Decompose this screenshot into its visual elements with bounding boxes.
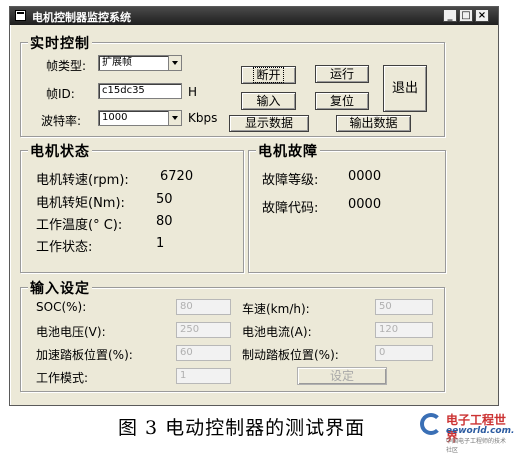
motor-fault-title: 电机故障 bbox=[256, 141, 320, 161]
logo-mark-icon bbox=[420, 413, 442, 435]
baud-rate-value: 1000 bbox=[102, 112, 128, 123]
close-button[interactable]: × bbox=[475, 9, 489, 22]
window-title: 电机控制器监控系统 bbox=[32, 11, 131, 24]
battery-current-input[interactable]: 120 bbox=[375, 322, 433, 338]
fault-level-label: 故障等级: bbox=[262, 173, 319, 188]
soc-input[interactable]: 80 bbox=[176, 299, 231, 315]
motor-status-title: 电机状态 bbox=[28, 141, 92, 161]
frame-id-label: 帧ID: bbox=[46, 87, 75, 101]
minimize-button[interactable]: _ bbox=[443, 9, 457, 22]
logo-url: eeworld.com.cn bbox=[446, 426, 514, 436]
work-state-value: 1 bbox=[156, 236, 165, 251]
soc-label: SOC(%): bbox=[36, 300, 87, 314]
battery-voltage-input[interactable]: 250 bbox=[176, 322, 231, 338]
accel-pedal-input[interactable]: 60 bbox=[176, 345, 231, 361]
chevron-down-icon[interactable] bbox=[168, 111, 181, 125]
baud-rate-select[interactable]: 1000 bbox=[98, 110, 182, 126]
battery-voltage-label: 电池电压(V): bbox=[36, 325, 106, 339]
fault-code-label: 故障代码: bbox=[262, 201, 319, 216]
baud-rate-label: 波特率: bbox=[41, 114, 82, 128]
app-window: 电机控制器监控系统 _ □ × 实时控制 帧类型: 扩展帧 帧ID: c15dc… bbox=[9, 6, 499, 406]
motor-torque-label: 电机转矩(Nm): bbox=[36, 196, 125, 211]
frame-id-suffix: H bbox=[188, 85, 198, 99]
vehicle-speed-input[interactable]: 50 bbox=[375, 299, 433, 315]
work-mode-input[interactable]: 1 bbox=[176, 368, 231, 384]
battery-current-label: 电池电流(A): bbox=[242, 325, 312, 339]
motor-speed-label: 电机转速(rpm): bbox=[36, 173, 129, 188]
run-button[interactable]: 运行 bbox=[315, 65, 369, 83]
brake-pedal-label: 制动踏板位置(%): bbox=[242, 348, 339, 362]
brake-pedal-input[interactable]: 0 bbox=[375, 345, 433, 361]
work-temp-label: 工作温度(° C): bbox=[36, 218, 123, 233]
disconnect-label: 断开 bbox=[253, 67, 284, 83]
frame-type-label: 帧类型: bbox=[46, 59, 87, 73]
app-icon bbox=[15, 10, 26, 21]
motor-torque-value: 50 bbox=[156, 192, 173, 207]
disconnect-button[interactable]: 断开 bbox=[241, 66, 296, 84]
work-state-label: 工作状态: bbox=[36, 240, 93, 255]
realtime-control-title: 实时控制 bbox=[28, 33, 92, 53]
frame-type-value: 扩展帧 bbox=[102, 57, 132, 68]
chevron-down-icon[interactable] bbox=[168, 56, 181, 70]
input-settings-title: 输入设定 bbox=[28, 278, 92, 298]
motor-speed-value: 6720 bbox=[160, 169, 194, 184]
vehicle-speed-label: 车速(km/h): bbox=[242, 302, 310, 316]
logo-tagline: 中国电子工程师的技术社区 bbox=[446, 438, 507, 454]
fault-level-value: 0000 bbox=[348, 169, 382, 184]
figure-caption: 图 3 电动控制器的测试界面 bbox=[118, 417, 366, 439]
work-mode-label: 工作模式: bbox=[36, 371, 89, 385]
reset-button[interactable]: 复位 bbox=[315, 92, 369, 110]
frame-id-input[interactable]: c15dc35 bbox=[98, 83, 182, 99]
accel-pedal-label: 加速踏板位置(%): bbox=[36, 348, 133, 362]
export-data-button[interactable]: 输出数据 bbox=[336, 115, 411, 132]
exit-button[interactable]: 退出 bbox=[383, 65, 427, 112]
work-temp-value: 80 bbox=[156, 214, 173, 229]
fault-code-value: 0000 bbox=[348, 197, 382, 212]
input-button[interactable]: 输入 bbox=[241, 92, 296, 110]
maximize-button[interactable]: □ bbox=[459, 9, 473, 22]
title-bar: 电机控制器监控系统 _ □ × bbox=[10, 7, 498, 25]
eeworld-logo: 电子工程世界 eeworld.com.cn 中国电子工程师的技术社区 bbox=[420, 411, 514, 454]
baud-rate-unit: Kbps bbox=[188, 111, 218, 125]
show-data-button[interactable]: 显示数据 bbox=[229, 115, 309, 132]
frame-type-select[interactable]: 扩展帧 bbox=[98, 55, 182, 71]
set-button[interactable]: 设定 bbox=[297, 367, 387, 385]
